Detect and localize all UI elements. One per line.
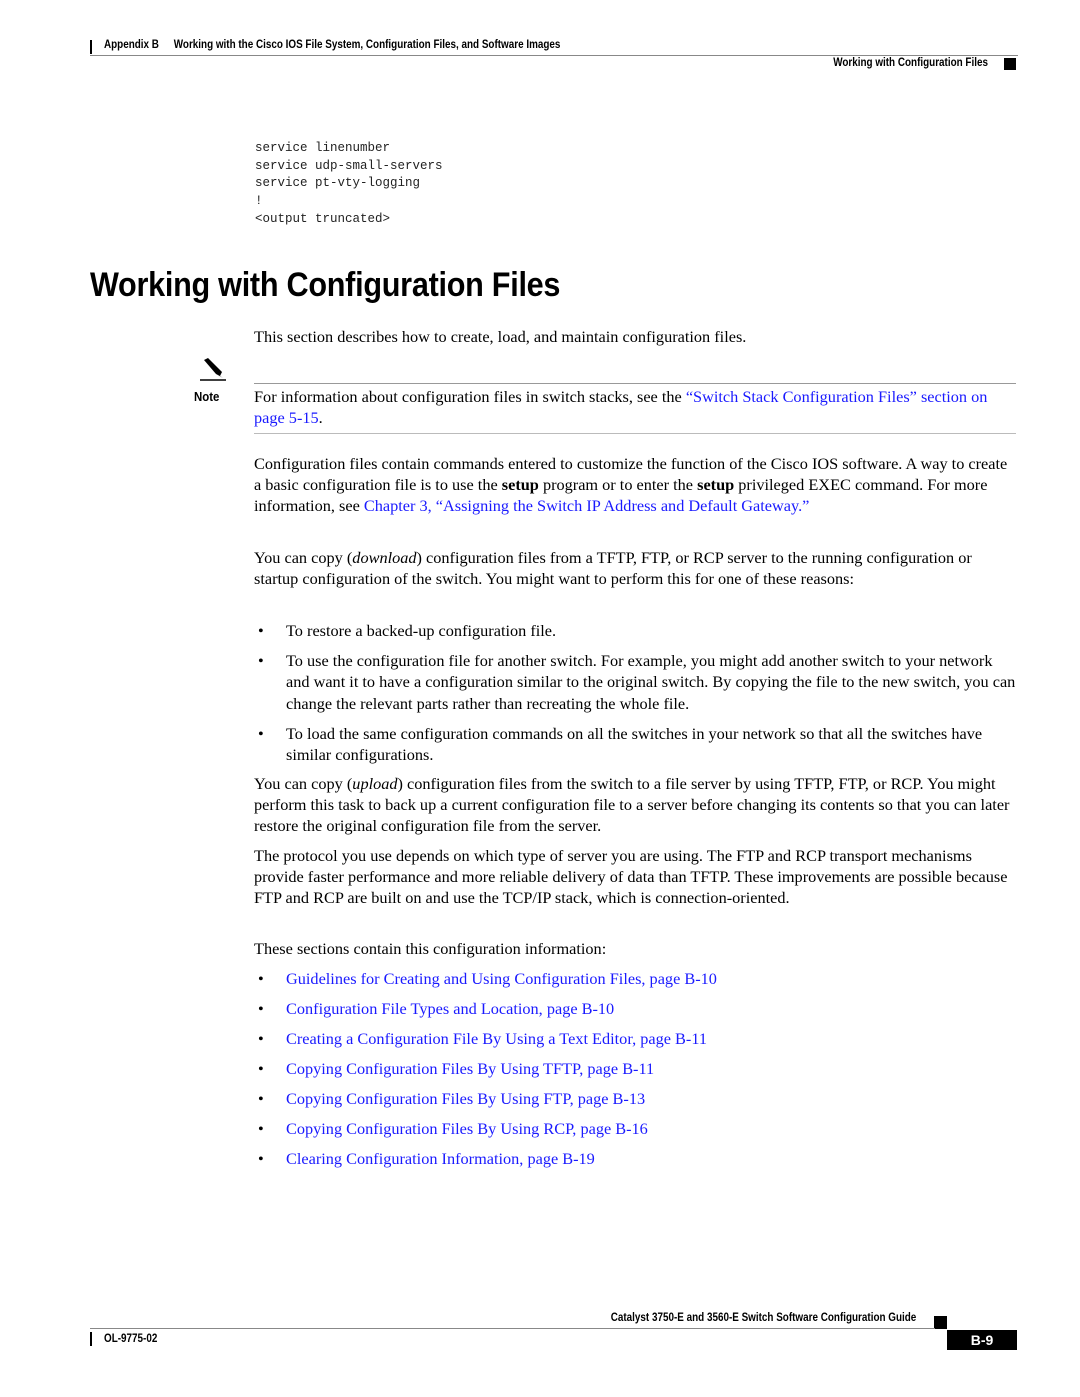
code-line: service pt-vty-logging — [255, 176, 421, 191]
list-item: • Copying Configuration Files By Using T… — [254, 1058, 1016, 1088]
page-number: B-9 — [947, 1330, 1017, 1350]
toc-link-ftp[interactable]: Copying Configuration Files By Using FTP… — [286, 1088, 1016, 1118]
list-item: • Copying Configuration Files By Using F… — [254, 1088, 1016, 1118]
paragraph-upload: You can copy (upload) configuration file… — [254, 774, 1010, 836]
section-links-list: • Guidelines for Creating and Using Conf… — [254, 968, 1016, 1178]
header-bar-mark — [90, 40, 92, 54]
list-item: • Configuration File Types and Location,… — [254, 998, 1016, 1028]
list-item: • Copying Configuration Files By Using R… — [254, 1118, 1016, 1148]
note-rule-top — [254, 383, 1016, 384]
bullet-icon: • — [258, 723, 264, 743]
toc-link-clearing[interactable]: Clearing Configuration Information, page… — [286, 1148, 1016, 1178]
list-item: • Guidelines for Creating and Using Conf… — [254, 968, 1016, 998]
toc-link-file-types[interactable]: Configuration File Types and Location, p… — [286, 998, 1016, 1028]
note-pencil-icon — [200, 358, 226, 381]
header-rule — [90, 55, 1018, 56]
paragraph-config-files: Configuration files contain commands ent… — [254, 454, 1008, 516]
running-header-section: Working with Configuration Files — [833, 57, 988, 69]
running-header-left: Appendix B Working with the Cisco IOS Fi… — [104, 39, 560, 51]
footer-rule — [90, 1328, 935, 1329]
list-item: • To use the configuration file for anot… — [254, 650, 1016, 714]
code-line: ! — [255, 194, 263, 209]
note-text: For information about configuration file… — [254, 387, 988, 428]
code-line: service linenumber — [255, 141, 391, 155]
footer-bar-mark — [90, 1332, 92, 1346]
list-item: • To load the same configuration command… — [254, 723, 1016, 765]
chapter-3-link[interactable]: Chapter 3, “Assigning the Switch IP Addr… — [364, 496, 810, 515]
code-block: service linenumber service udp-small-ser… — [255, 140, 443, 229]
footer-guide-title: Catalyst 3750-E and 3560-E Switch Softwa… — [610, 1312, 916, 1324]
chapter-title: Working with the Cisco IOS File System, … — [173, 39, 561, 51]
bullet-icon: • — [258, 1059, 264, 1078]
header-square-mark — [1004, 58, 1016, 70]
bullet-icon: • — [258, 999, 264, 1018]
paragraph-sections-intro: These sections contain this configuratio… — [254, 939, 607, 958]
bullet-icon: • — [258, 621, 264, 640]
bullet-icon: • — [258, 1149, 264, 1168]
note-label: Note — [194, 389, 220, 404]
intro-paragraph: This section describes how to create, lo… — [254, 327, 747, 346]
toc-link-rcp[interactable]: Copying Configuration Files By Using RCP… — [286, 1118, 1016, 1148]
command-setup: setup — [697, 475, 735, 495]
note-rule-bottom — [254, 433, 1016, 434]
list-item: • Clearing Configuration Information, pa… — [254, 1148, 1016, 1178]
reasons-list: • To restore a backed-up configuration f… — [254, 620, 1016, 765]
appendix-label: Appendix B — [104, 39, 159, 51]
bullet-icon: • — [258, 1119, 264, 1138]
toc-link-guidelines[interactable]: Guidelines for Creating and Using Config… — [286, 968, 1016, 998]
toc-link-tftp[interactable]: Copying Configuration Files By Using TFT… — [286, 1058, 1016, 1088]
section-title: Working with Configuration Files — [90, 266, 561, 304]
code-line: <output truncated> — [255, 211, 391, 226]
bullet-icon: • — [258, 1089, 264, 1108]
bullet-icon: • — [258, 1029, 264, 1048]
bullet-icon: • — [258, 651, 264, 671]
toc-link-text-editor[interactable]: Creating a Configuration File By Using a… — [286, 1028, 1016, 1058]
bullet-icon: • — [258, 969, 264, 988]
code-line: service udp-small-servers — [255, 158, 443, 173]
paragraph-protocol: The protocol you use depends on which ty… — [254, 846, 1008, 908]
footer-square-mark — [934, 1316, 947, 1329]
list-item: • To restore a backed-up configuration f… — [254, 620, 1016, 641]
paragraph-download: You can copy (download) configuration fi… — [254, 548, 972, 589]
command-setup: setup — [501, 475, 539, 495]
footer-doc-number: OL-9775-02 — [104, 1333, 158, 1345]
list-item: • Creating a Configuration File By Using… — [254, 1028, 1016, 1058]
